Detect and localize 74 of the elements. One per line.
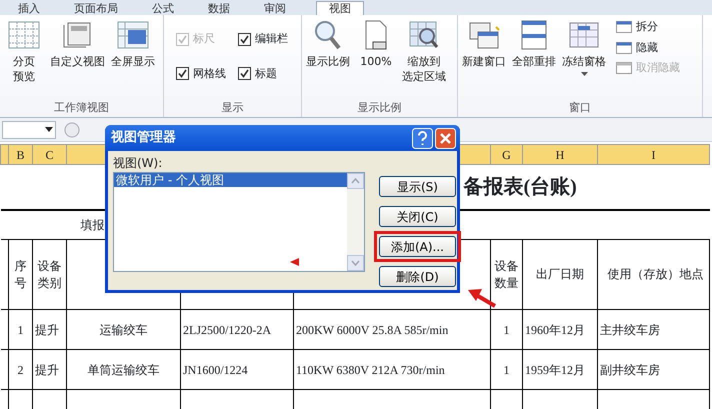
group-label: 窗口 [568,100,592,116]
group-label: 显示比例 [356,100,402,116]
table-cell: 1 [490,350,522,390]
triangle-icon [290,258,299,266]
table-cell: 1960年12月 [522,310,598,350]
checkbox[interactable]: 网格线 [176,66,226,82]
name-box[interactable] [2,120,56,138]
unhide-icon [616,61,632,76]
column-heading: 设备数量 [490,240,522,310]
ribbon-button[interactable]: 分页 预览 [4,19,44,84]
table-cell: 1 [8,310,32,350]
close-icon[interactable] [435,128,456,148]
table-cell: 2LJ2500/1220-2A [180,310,294,350]
column-header: I [598,144,710,164]
table-cell: 主井绞车房 [598,310,710,350]
table-cell: 运输绞车 [66,310,180,350]
column-heading: 设备类别 [32,240,66,310]
column-header: C [32,144,66,164]
table-cell: 单筒运输绞车 [66,350,180,390]
ribbon-button[interactable]: 冻结窗格 [562,19,606,79]
table-cell: 1959年12月 [522,350,598,390]
help-icon[interactable] [412,128,433,148]
table-cell: 2 [8,350,32,390]
ribbon-tab[interactable]: 审阅 [260,2,290,15]
ribbon-tab[interactable]: 公式 [148,2,178,15]
table-cell: 200KW 6000V 25.8A 585r/min [294,310,490,350]
dropdown-icon [43,126,55,134]
column-header: G [490,144,522,164]
table-cell: 110KW 6380V 212A 730r/min [294,350,490,390]
dialog-title: 视图管理器 [111,129,176,148]
checkbox[interactable]: 编辑栏 [238,31,288,48]
page-grid-icon [8,19,40,51]
hide-icon [616,40,632,55]
column-header: B [8,144,32,164]
field-label: 视图(W): [113,155,164,172]
ribbon-button[interactable]: 全部重排 [512,19,556,69]
ribbon-button[interactable]: 拆分 [616,19,680,36]
table-cell: 1 [490,310,522,350]
view-item[interactable]: 微软用户 - 个人视图 [114,173,347,187]
ribbon-button[interactable]: 新建窗口 [462,19,506,69]
sheet-title: 备报表(台账) [464,176,577,198]
annotation-arrow [468,289,496,308]
dialog-button[interactable]: 关闭(C) [379,206,456,227]
view-list[interactable]: 微软用户 - 个人视图 [113,172,365,272]
checkbox[interactable]: 标题 [238,66,288,82]
dialog-button[interactable]: 添加(A)... [379,236,456,257]
table-cell: 副井绞车房 [598,350,710,390]
ribbon-button[interactable]: 自定义视图 [50,19,105,69]
table-cell: JN1600/1224 [180,350,294,390]
table-cell: 填报 [80,218,104,232]
group-label: 工作簿视图 [53,100,110,116]
dialog-button[interactable]: 删除(D) [379,266,456,287]
ribbon-tab[interactable]: 数据 [204,2,234,15]
group-label: 显示 [220,100,244,116]
column-heading: 序号 [8,240,32,310]
ribbon-button[interactable]: 100% [356,19,396,69]
ribbon-button[interactable]: 隐藏 [616,40,680,56]
ribbon-button[interactable]: 全屏显示 [111,19,155,69]
table-cell: 提升 [32,310,66,350]
column-heading: 使用（存放）地点 [598,240,710,310]
split-icon [616,20,632,34]
table-cell: 提升 [32,350,66,390]
ribbon-button[interactable]: 缩放到 选定区域 [402,19,446,84]
ribbon-tab[interactable]: 视图 [316,1,364,15]
ribbon-tab[interactable]: 页面布局 [70,2,122,15]
scroll-up-icon [347,173,364,189]
column-header: H [522,144,598,164]
dialog-button[interactable]: 显示(S) [379,176,456,197]
ribbon-button[interactable]: 显示比例 [306,19,350,69]
fullscreen-icon [117,19,149,51]
ribbon-tab[interactable]: 插入 [14,2,44,15]
zoom-selection-icon [408,19,440,51]
column-heading: 出厂日期 [522,240,598,310]
scroll-down-icon [347,255,364,271]
